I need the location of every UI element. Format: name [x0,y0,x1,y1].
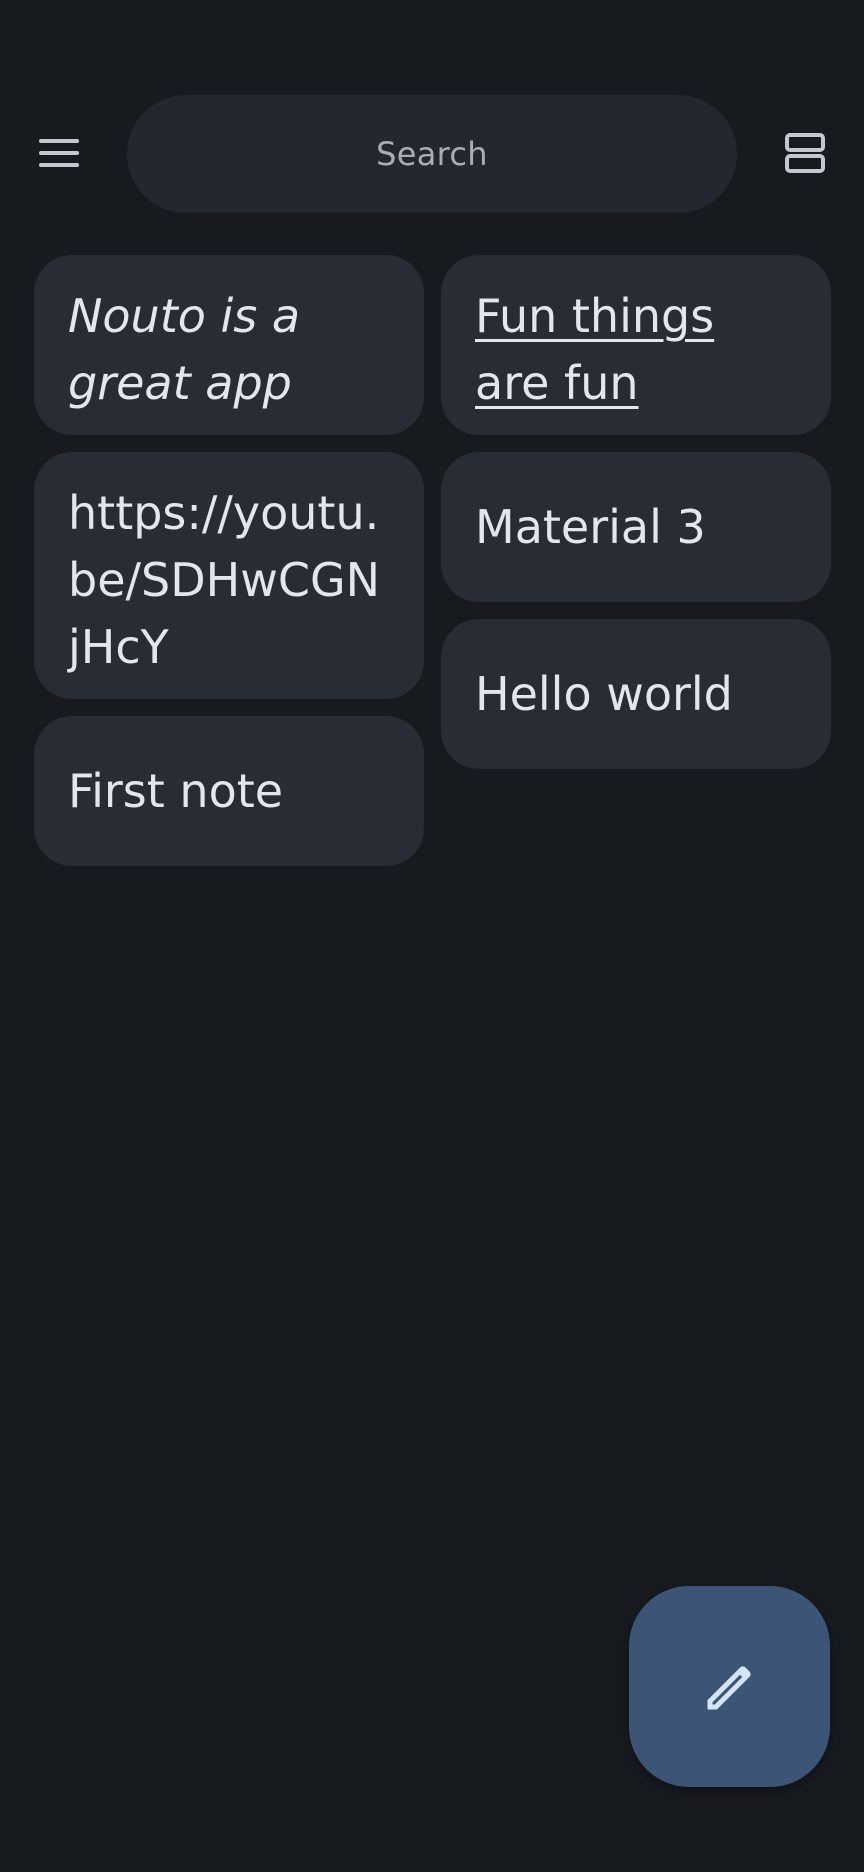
note-text: Fun things are fun [475,289,715,410]
note-text: https://youtu.be/SDHwCGNjHcY [68,486,381,674]
note-card[interactable]: Material 3 [441,452,831,602]
note-card[interactable]: Nouto is a great app [34,255,424,435]
note-text: First note [68,763,284,818]
search-placeholder: Search [376,135,488,173]
view-agenda-icon [785,133,825,173]
menu-icon [39,139,79,167]
toggle-layout-button[interactable] [770,118,840,188]
top-app-bar: Search [0,95,864,213]
edit-pencil-icon [707,1665,751,1709]
note-card[interactable]: Fun things are fun [441,255,831,435]
search-bar[interactable]: Search [127,95,737,213]
menu-button[interactable] [24,118,94,188]
note-text: Hello world [475,666,733,721]
note-card[interactable]: First note [34,716,424,866]
notes-screen: Search Nouto is a great app Fun things a… [0,0,864,1872]
note-card[interactable]: https://youtu.be/SDHwCGNjHcY [34,452,424,699]
new-note-button[interactable] [629,1586,830,1787]
note-text: Material 3 [475,499,706,554]
note-text: Nouto is a great app [68,289,301,410]
note-card[interactable]: Hello world [441,619,831,769]
